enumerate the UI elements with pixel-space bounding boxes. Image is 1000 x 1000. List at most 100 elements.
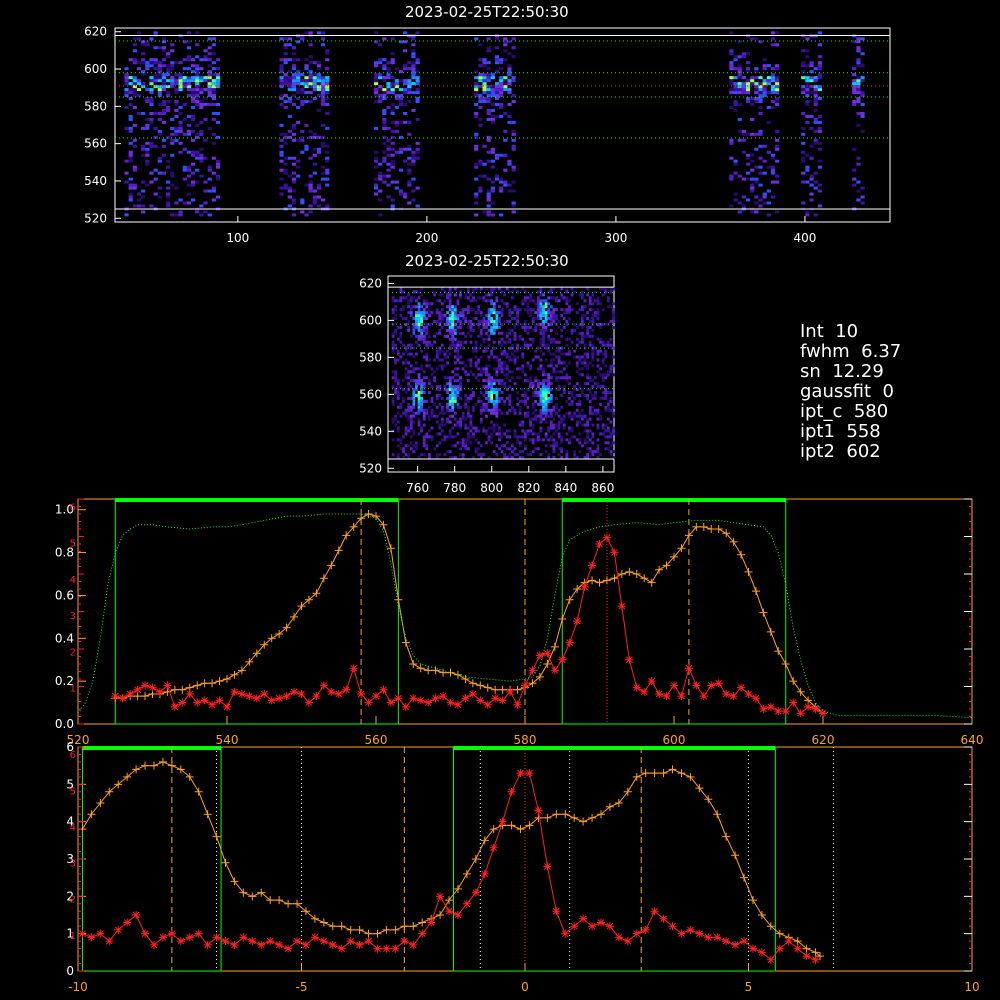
p4-point xyxy=(346,937,355,946)
heat-cell xyxy=(596,317,600,321)
heat-cell xyxy=(490,325,494,329)
heat-cell xyxy=(474,213,479,217)
heat-cell xyxy=(474,201,479,205)
heat-cell xyxy=(415,91,420,95)
heat-cell xyxy=(750,186,755,190)
heat-cell xyxy=(425,435,429,439)
heat-cell xyxy=(750,82,755,86)
heat-cell xyxy=(404,296,408,300)
heat-cell xyxy=(321,177,326,181)
heat-cell xyxy=(526,296,530,300)
heat-cell xyxy=(300,150,305,154)
heat-cell xyxy=(132,91,137,95)
heat-cell xyxy=(568,382,571,386)
heat-cell xyxy=(596,438,600,442)
heat-cell xyxy=(157,76,162,80)
heat-cell xyxy=(557,325,561,329)
heat-cell xyxy=(404,429,408,433)
heat-cell xyxy=(391,308,395,312)
heat-cell xyxy=(186,67,191,71)
heat-cell xyxy=(438,328,442,332)
heat-cell xyxy=(542,340,545,344)
heat-cell xyxy=(321,165,326,169)
heat-cell xyxy=(433,370,436,374)
heat-cell xyxy=(411,162,416,166)
heat-cell xyxy=(599,417,602,421)
heat-cell xyxy=(396,337,400,341)
p4-point xyxy=(677,769,686,778)
heat-cell xyxy=(482,393,486,397)
heat-cell xyxy=(586,382,590,386)
heat-cell xyxy=(472,308,475,312)
heat-cell xyxy=(485,325,488,329)
p3-point xyxy=(491,694,500,703)
heat-cell xyxy=(287,156,292,160)
heat-cell xyxy=(733,88,738,92)
heat-cell xyxy=(316,94,322,98)
heat-cell xyxy=(466,408,470,412)
heat-cell xyxy=(547,382,551,386)
heat-cell xyxy=(170,117,175,121)
heat-cell xyxy=(409,408,413,412)
heat-cell xyxy=(507,73,512,77)
p3-point xyxy=(193,681,202,690)
heat-cell xyxy=(448,328,452,332)
heat-cell xyxy=(420,399,424,403)
heat-cell xyxy=(373,88,379,92)
heat-cell xyxy=(531,391,535,395)
p3-point xyxy=(573,617,582,626)
heat-cell xyxy=(591,411,595,415)
heat-cell xyxy=(498,396,501,400)
heat-cell xyxy=(461,314,465,318)
p4-xtick-label: 5 xyxy=(745,980,753,994)
p3-point xyxy=(461,675,470,683)
heat-cell xyxy=(417,328,421,332)
heat-cell xyxy=(500,322,504,326)
heat-cell xyxy=(852,183,857,187)
heat-cell xyxy=(596,322,600,326)
heat-cell xyxy=(813,76,818,80)
p3-green-window xyxy=(561,498,787,725)
heat-cell xyxy=(557,432,561,436)
heat-cell xyxy=(588,447,592,451)
heat-cell xyxy=(565,352,569,356)
heat-cell xyxy=(526,432,530,436)
p3-point xyxy=(789,698,798,707)
heat-cell xyxy=(170,64,175,68)
heat-cell xyxy=(399,385,403,389)
heat-cell xyxy=(422,391,426,395)
heat-cell xyxy=(456,355,460,359)
heat-cell xyxy=(304,100,309,104)
heat-cell xyxy=(565,411,569,415)
heat-cell xyxy=(287,100,292,104)
heat-cell xyxy=(487,334,491,338)
p3-right-scale-label: 6 xyxy=(70,502,76,513)
heat-cell xyxy=(591,379,595,383)
heat-cell xyxy=(508,393,512,397)
heat-cell xyxy=(149,88,154,92)
mid-xtick-label: 840 xyxy=(554,481,577,495)
heat-cell xyxy=(402,447,405,451)
heat-cell xyxy=(544,385,548,389)
heat-cell xyxy=(428,453,431,457)
heat-cell xyxy=(178,79,183,83)
heat-cell xyxy=(283,82,288,86)
heat-cell xyxy=(544,373,548,377)
heat-cell xyxy=(425,322,429,326)
heat-cell xyxy=(464,340,468,344)
heat-cell xyxy=(526,396,530,400)
heat-cell xyxy=(741,150,746,154)
heat-cell xyxy=(526,414,530,418)
heat-cell xyxy=(402,343,405,347)
heat-cell xyxy=(386,91,391,95)
heat-cell xyxy=(287,43,292,47)
heat-cell xyxy=(503,111,508,115)
heat-cell xyxy=(478,79,483,83)
heat-cell xyxy=(391,438,395,442)
top-ytick-label: 580 xyxy=(84,99,107,113)
heat-cell xyxy=(536,435,540,439)
heat-cell xyxy=(430,373,434,377)
heat-cell xyxy=(291,82,297,86)
heat-cell xyxy=(805,79,810,83)
heat-cell xyxy=(482,88,487,92)
